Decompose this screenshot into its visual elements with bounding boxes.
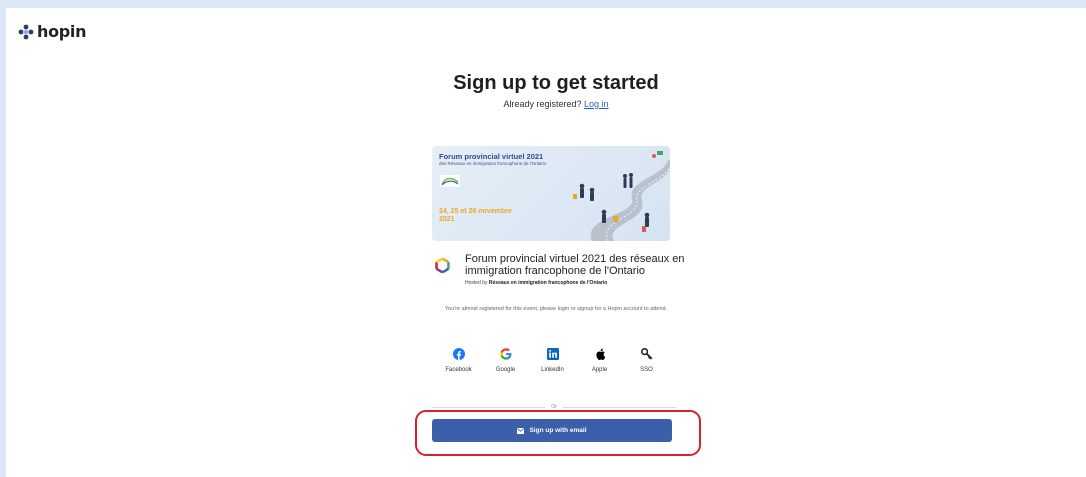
- hosted-by-label: Hosted by: [465, 280, 488, 286]
- key-icon: [640, 348, 652, 360]
- divider-line: [432, 406, 546, 408]
- login-link[interactable]: Log in: [584, 99, 609, 109]
- event-logo-icon: [435, 257, 450, 274]
- email-button-label: Sign up with email: [529, 427, 587, 434]
- already-registered-text: Already registered?: [503, 99, 582, 109]
- signup-page: hopin Sign up to get started Already reg…: [6, 8, 1086, 477]
- sign-up-with-email-button[interactable]: Sign up with email: [432, 419, 672, 442]
- facebook-icon: [452, 348, 465, 360]
- brand-name: hopin: [37, 22, 87, 41]
- hopin-logo-icon: [18, 24, 34, 39]
- social-label: Facebook: [445, 367, 472, 373]
- linkedin-icon: [546, 348, 559, 360]
- event-name: Forum provincial virtuel 2021 des réseau…: [465, 253, 685, 277]
- page-title: Sign up to get started: [453, 72, 659, 94]
- sso-login-button[interactable]: SSO: [623, 348, 670, 373]
- banner-dates: 24, 25 et 26 novembre 2021: [439, 208, 512, 223]
- google-login-button[interactable]: Google: [482, 348, 529, 373]
- banner-subtitle: des Réseaux en immigration francophone d…: [439, 161, 547, 166]
- google-icon: [499, 348, 511, 360]
- social-label: LinkedIn: [541, 367, 564, 373]
- hopin-logo[interactable]: hopin: [18, 22, 87, 41]
- social-login-options: Facebook Google LinkedIn Apple SSO: [435, 348, 670, 373]
- social-label: Google: [495, 367, 516, 373]
- linkedin-login-button[interactable]: LinkedIn: [529, 348, 576, 373]
- divider-line: [562, 406, 676, 408]
- apple-login-button[interactable]: Apple: [576, 348, 623, 373]
- host-name: Réseaux en immigration francophone de l'…: [488, 280, 608, 286]
- apple-icon: [595, 348, 605, 360]
- login-prompt: Already registered? Log in: [6, 99, 1086, 109]
- banner-title: Forum provincial virtuel 2021: [439, 152, 544, 161]
- envelope-icon: [517, 427, 525, 434]
- event-host: Hosted by Réseaux en immigration francop…: [465, 280, 685, 286]
- registration-note: You're almost registered for this event,…: [444, 306, 668, 312]
- facebook-login-button[interactable]: Facebook: [435, 348, 482, 373]
- event-banner: Forum provincial virtuel 2021 des Réseau…: [432, 146, 670, 241]
- social-label: Apple: [591, 367, 608, 373]
- social-label: SSO: [640, 367, 653, 373]
